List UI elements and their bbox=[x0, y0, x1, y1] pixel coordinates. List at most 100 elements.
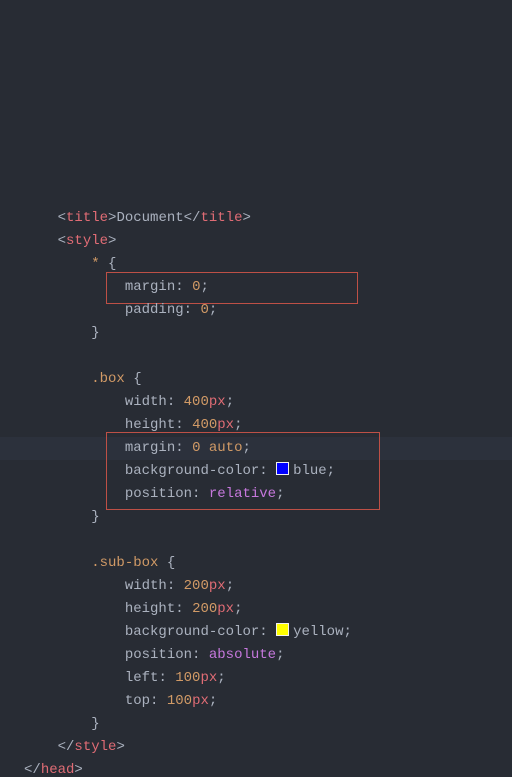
code-token bbox=[24, 486, 125, 502]
code-token: ; bbox=[276, 647, 284, 663]
code-token bbox=[24, 693, 125, 709]
code-token: px bbox=[192, 693, 209, 709]
code-token: width bbox=[125, 578, 167, 594]
code-token: < bbox=[58, 233, 66, 249]
code-token: 0 bbox=[200, 302, 208, 318]
code-token: </ bbox=[24, 762, 41, 777]
code-token: { bbox=[167, 555, 175, 571]
code-token: } bbox=[91, 716, 99, 732]
code-editor[interactable]: <title>Document</title> <style> * { marg… bbox=[0, 0, 512, 777]
code-token: 200 bbox=[184, 578, 209, 594]
code-token: absolute bbox=[209, 647, 276, 663]
code-token bbox=[24, 578, 125, 594]
code-token: height bbox=[125, 417, 175, 433]
code-token: * bbox=[91, 256, 99, 272]
code-token: 400 bbox=[184, 394, 209, 410]
code-token: > bbox=[116, 739, 124, 755]
code-token: { bbox=[133, 371, 141, 387]
code-token: 200 bbox=[192, 601, 217, 617]
code-token: } bbox=[91, 325, 99, 341]
blank-line bbox=[24, 348, 32, 364]
code-token: : bbox=[259, 624, 267, 640]
code-token: relative bbox=[209, 486, 276, 502]
code-token bbox=[24, 394, 125, 410]
code-token bbox=[24, 302, 125, 318]
code-token: margin bbox=[125, 279, 175, 295]
code-token: ; bbox=[226, 578, 234, 594]
code-token: px bbox=[217, 601, 234, 617]
code-token: blue bbox=[293, 463, 327, 479]
code-token: : bbox=[175, 601, 183, 617]
code-token bbox=[24, 739, 58, 755]
code-token: { bbox=[108, 256, 116, 272]
code-token bbox=[24, 279, 125, 295]
code-token: ; bbox=[276, 486, 284, 502]
code-token bbox=[24, 256, 91, 272]
code-token: top bbox=[125, 693, 150, 709]
code-token bbox=[24, 371, 91, 387]
code-token: 100 bbox=[175, 670, 200, 686]
code-token bbox=[24, 670, 125, 686]
code-token: px bbox=[217, 417, 234, 433]
code-token: ; bbox=[209, 302, 217, 318]
code-token: left bbox=[125, 670, 159, 686]
code-token: title bbox=[200, 210, 242, 226]
code-token: : bbox=[175, 279, 183, 295]
code-token: ; bbox=[217, 670, 225, 686]
code-token bbox=[24, 233, 58, 249]
code-token: </ bbox=[58, 739, 75, 755]
code-token bbox=[24, 509, 91, 525]
code-token bbox=[24, 210, 58, 226]
code-token: auto bbox=[209, 440, 243, 456]
code-token: : bbox=[167, 394, 175, 410]
code-token: ; bbox=[234, 417, 242, 433]
code-token: > bbox=[108, 233, 116, 249]
code-token: > bbox=[242, 210, 250, 226]
code-token: px bbox=[209, 394, 226, 410]
code-token: ; bbox=[226, 394, 234, 410]
code-token: px bbox=[209, 578, 226, 594]
code-token bbox=[24, 624, 125, 640]
code-token: yellow bbox=[293, 624, 343, 640]
code-token: ; bbox=[234, 601, 242, 617]
code-token: position bbox=[125, 647, 192, 663]
code-token: : bbox=[259, 463, 267, 479]
code-token: > bbox=[74, 762, 82, 777]
blank-line bbox=[24, 532, 32, 548]
code-token bbox=[24, 463, 125, 479]
code-token: title bbox=[66, 210, 108, 226]
code-token: position bbox=[125, 486, 192, 502]
code-token: ; bbox=[200, 279, 208, 295]
code-token: : bbox=[158, 670, 166, 686]
code-token bbox=[24, 325, 91, 341]
color-swatch-yellow bbox=[276, 623, 289, 636]
code-token: : bbox=[184, 302, 192, 318]
code-token: ; bbox=[327, 463, 335, 479]
code-lines: <title>Document</title> <style> * { marg… bbox=[24, 184, 512, 777]
code-token: </ bbox=[184, 210, 201, 226]
code-token: ; bbox=[242, 440, 250, 456]
code-token: ; bbox=[209, 693, 217, 709]
code-token: px bbox=[200, 670, 217, 686]
code-token bbox=[24, 601, 125, 617]
code-token: height bbox=[125, 601, 175, 617]
code-token: 100 bbox=[167, 693, 192, 709]
code-token: background-color bbox=[125, 463, 259, 479]
color-swatch-blue bbox=[276, 462, 289, 475]
code-token bbox=[24, 716, 91, 732]
code-token: .sub-box bbox=[91, 555, 158, 571]
code-token: ; bbox=[343, 624, 351, 640]
code-token bbox=[24, 440, 125, 456]
code-token: < bbox=[58, 210, 66, 226]
code-token: } bbox=[91, 509, 99, 525]
code-token: head bbox=[41, 762, 75, 777]
code-token: margin bbox=[125, 440, 175, 456]
code-token: width bbox=[125, 394, 167, 410]
code-token: 400 bbox=[192, 417, 217, 433]
code-token: style bbox=[74, 739, 116, 755]
code-token: : bbox=[175, 417, 183, 433]
code-token bbox=[24, 417, 125, 433]
code-token bbox=[24, 555, 91, 571]
code-token: : bbox=[175, 440, 183, 456]
code-token: background-color bbox=[125, 624, 259, 640]
